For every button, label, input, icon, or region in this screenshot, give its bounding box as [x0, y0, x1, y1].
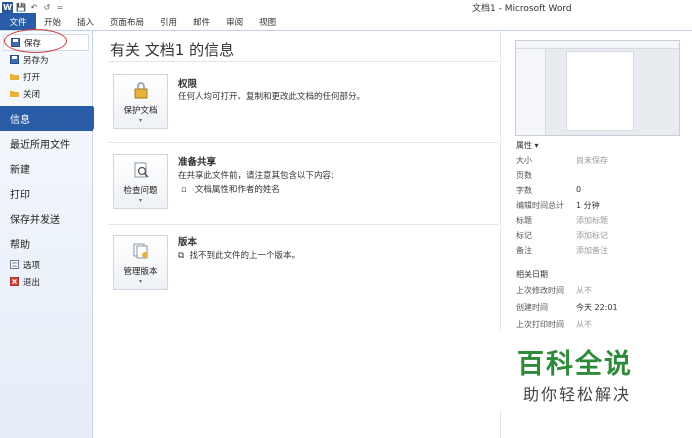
divider [108, 61, 498, 62]
sidebar-item-label: 关闭 [23, 89, 41, 100]
sidebar-item-save-send[interactable]: 保存并发送 [0, 206, 92, 231]
tab-home[interactable]: 开始 [36, 13, 69, 30]
exit-icon [10, 277, 19, 286]
tab-mailings[interactable]: 邮件 [185, 13, 218, 30]
options-icon [10, 260, 19, 269]
sidebar-item-open[interactable]: 打开 [0, 68, 92, 85]
divider [108, 224, 498, 225]
permissions-title: 权限 [178, 79, 198, 90]
customize-qat-icon[interactable]: = [55, 2, 65, 12]
document-preview[interactable] [515, 40, 680, 136]
tab-page-layout[interactable]: 页面布局 [102, 13, 152, 30]
properties-header[interactable]: 属性 ▾ [516, 140, 539, 151]
tab-insert[interactable]: 插入 [69, 13, 102, 30]
sidebar-item-recent[interactable]: 最近所用文件 [0, 131, 92, 156]
window-title: 文档1 - Microsoft Word [472, 4, 572, 14]
folder-open-icon [10, 72, 19, 81]
quick-access-toolbar: W 💾 ↶ ↺ = [0, 1, 65, 13]
sidebar-item-exit[interactable]: 退出 [0, 273, 92, 290]
tab-file[interactable]: 文件 [0, 13, 36, 30]
prop-key: 大小 [516, 156, 532, 165]
prop-value: 1 分钟 [576, 201, 600, 210]
sidebar-item-help[interactable]: 帮助 [0, 231, 92, 256]
prop-key: 标题 [516, 216, 532, 225]
sidebar-item-new[interactable]: 新建 [0, 156, 92, 181]
date-value: 从不 [576, 286, 592, 295]
sidebar-item-print[interactable]: 打印 [0, 181, 92, 206]
list-item: ▫ 文档属性和作者的姓名 [181, 185, 280, 195]
bullet-text: 文档属性和作者的姓名 [194, 185, 280, 195]
tab-review[interactable]: 审阅 [218, 13, 251, 30]
prop-value: 尚未保存 [576, 156, 608, 165]
tab-references[interactable]: 引用 [152, 13, 185, 30]
related-dates-header: 相关日期 [516, 270, 548, 279]
info-panel: 有关 文档1 的信息 保护文档 ▾ 权限 任何人均可打开、复制和更改此文档的任何… [94, 31, 500, 438]
versions-small-icon: ⧉ [178, 251, 185, 261]
preview-page [566, 51, 634, 131]
inspect-icon [132, 161, 150, 179]
prop-key: 页数 [516, 171, 532, 180]
lock-icon [132, 81, 150, 99]
add-tag-field[interactable]: 添加标记 [576, 230, 608, 241]
title-bar: W 💾 ↶ ↺ = 文档1 - Microsoft Word [0, 0, 692, 14]
prop-key: 标记 [516, 231, 532, 240]
tab-view[interactable]: 视图 [251, 13, 284, 30]
protect-document-button[interactable]: 保护文档 ▾ [113, 74, 168, 129]
preview-ribbon [516, 41, 679, 49]
sidebar-item-label: 退出 [23, 277, 41, 288]
date-key: 上次打印时间 [516, 320, 564, 329]
date-key: 创建时间 [516, 303, 548, 312]
permissions-desc: 任何人均可打开、复制和更改此文档的任何部分。 [178, 92, 366, 102]
sidebar-item-label: 打开 [23, 72, 41, 83]
quick-save-icon[interactable]: 💾 [16, 2, 26, 12]
dropdown-caret-icon: ▾ [138, 117, 142, 124]
dropdown-caret-icon: ▾ [138, 197, 142, 204]
prepare-desc: 在共享此文件前，请注意其包含以下内容: [178, 171, 334, 181]
sidebar-item-label: 选项 [23, 260, 41, 271]
watermark-subtitle: 助你轻松解决 [523, 385, 632, 404]
preview-sidebar [516, 49, 546, 135]
watermark-title: 百科全说 [517, 349, 633, 380]
sidebar-item-close[interactable]: 关闭 [0, 85, 92, 102]
button-label: 管理版本 [123, 267, 158, 277]
prop-key: 备注 [516, 246, 532, 255]
undo-icon[interactable]: ↶ [29, 2, 39, 12]
button-label: 保护文档 [123, 106, 158, 116]
button-label: 检查问题 [123, 186, 158, 196]
folder-close-icon [10, 89, 19, 98]
sidebar-item-options[interactable]: 选项 [0, 256, 92, 273]
word-app-icon[interactable]: W [2, 1, 13, 13]
prop-key: 字数 [516, 186, 532, 195]
manage-versions-button[interactable]: 管理版本 ▾ [113, 235, 168, 290]
check-issues-button[interactable]: 检查问题 ▾ [113, 154, 168, 209]
backstage-sidebar: 保存 另存为 打开 关闭 信息 最近所用文件 新建 打印 保存并发送 帮助 选项… [0, 31, 100, 438]
date-value: 从不 [576, 320, 592, 329]
sidebar-item-info[interactable]: 信息 [0, 106, 100, 131]
prop-value: 0 [576, 185, 582, 194]
page-title: 有关 文档1 的信息 [110, 41, 235, 59]
prop-key: 编辑时间总计 [516, 201, 564, 210]
add-comment-field[interactable]: 添加备注 [576, 245, 608, 256]
versions-icon [132, 242, 150, 260]
date-value: 今天 22:01 [576, 303, 618, 312]
dropdown-caret-icon: ▾ [138, 278, 142, 285]
redo-icon[interactable]: ↺ [42, 2, 52, 12]
ribbon-tabs: 文件 开始 插入 页面布局 引用 邮件 审阅 视图 [0, 13, 692, 31]
divider [108, 142, 498, 143]
versions-title: 版本 [178, 237, 198, 248]
versions-desc-text: 找不到此文件的上一个版本。 [189, 251, 300, 261]
watermark: 百科全说 助你轻松解决 [490, 330, 670, 410]
versions-desc: ⧉ 找不到此文件的上一个版本。 [178, 249, 300, 261]
prepare-title: 准备共享 [178, 157, 217, 168]
date-key: 上次修改时间 [516, 286, 564, 295]
sidebar-item-save-as[interactable]: 另存为 [0, 51, 92, 68]
save-as-icon [10, 55, 19, 64]
annotation-circle [4, 29, 67, 53]
add-title-field[interactable]: 添加标题 [576, 215, 608, 226]
sidebar-item-label: 另存为 [23, 55, 49, 66]
